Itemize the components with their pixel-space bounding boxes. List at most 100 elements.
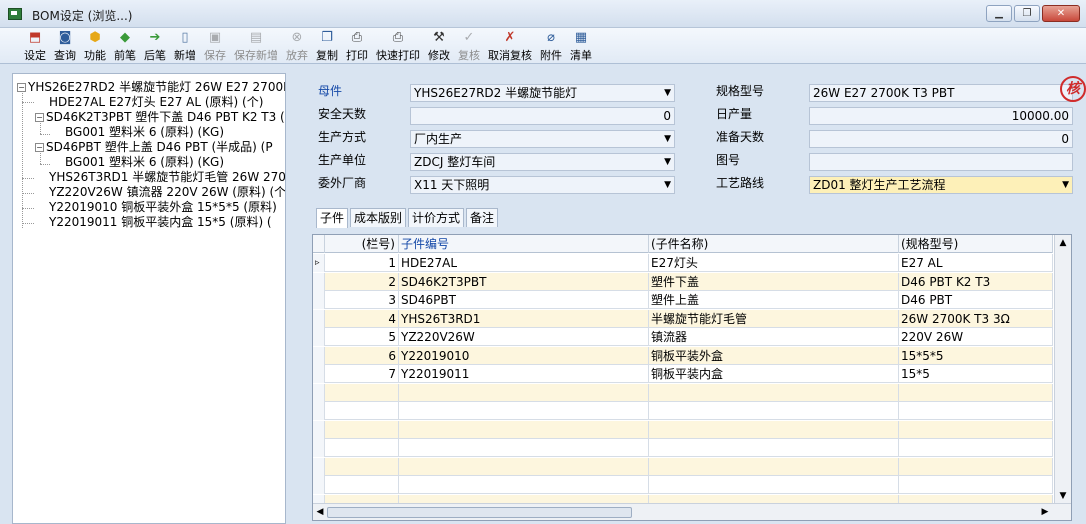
cell-code[interactable]: Y22019011 [399,365,649,383]
cell-no[interactable]: 7 [325,365,399,383]
cell-name[interactable] [649,476,899,494]
tree-node[interactable]: BG001 塑料米 6 (原料) (KG) [65,124,224,140]
tree-node[interactable]: − YHS26E27RD2 半螺旋节能灯 26W E27 2700K [17,79,285,95]
new-button[interactable]: ▯ 新增 [170,28,200,63]
cell-spec[interactable]: D46 PBT [899,291,1053,309]
cell-code[interactable]: SD46PBT [399,291,649,309]
tree-node[interactable]: YHS26T3RD1 半螺旋节能灯毛管 26W 2700 [49,169,285,185]
cell-no[interactable]: 3 [325,291,399,309]
cell-name[interactable]: 塑件上盖 [649,291,899,309]
col-header-name[interactable]: (子件名称) [649,235,899,253]
copy-button[interactable]: ❐ 复制 [312,28,342,63]
cell-spec[interactable] [899,420,1053,439]
cell-no[interactable] [325,402,399,420]
cell-name[interactable] [649,420,899,439]
cell-code[interactable] [399,420,649,439]
review-button[interactable]: ✓ 复核 [454,28,484,63]
cell-spec[interactable] [899,402,1053,420]
tree-node[interactable]: YZ220V26W 镇流器 220V 26W (原料) (个 [49,184,285,200]
table-row[interactable]: 5 YZ220V26W 镇流器 220V 26W [313,328,1053,346]
row-selector[interactable] [313,476,325,494]
cell-no[interactable] [325,476,399,494]
table-row[interactable] [313,402,1053,420]
list-button[interactable]: ▦ 清单 [566,28,596,63]
cell-no[interactable] [325,457,399,476]
cell-code[interactable] [399,476,649,494]
row-selector[interactable] [313,420,325,439]
col-header-code[interactable]: 子件编号 [399,235,649,253]
cell-code[interactable] [399,457,649,476]
collapse-icon[interactable]: − [17,83,26,92]
cell-spec[interactable]: 15*5*5 [899,346,1053,365]
tab-children[interactable]: 子件 [316,208,349,228]
table-row[interactable] [313,439,1053,457]
tab-notes[interactable]: 备注 [466,208,499,227]
scroll-left-icon[interactable]: ◀ [314,506,326,518]
children-grid[interactable]: (栏号) 子件编号 (子件名称) (规格型号) ▹ 1 HDE27AL E27灯头 E2… [312,234,1072,521]
table-row[interactable] [313,476,1053,494]
table-row[interactable] [313,420,1053,439]
col-header-no[interactable]: (栏号) [325,235,399,253]
scroll-right-icon[interactable]: ▶ [1039,506,1051,518]
discard-button[interactable]: ⊗ 放弃 [282,28,312,63]
prod-method-select[interactable]: 厂内生产 ▼ [410,130,675,148]
row-selector[interactable] [313,346,325,365]
row-selector[interactable] [313,309,325,328]
table-row[interactable] [313,457,1053,476]
cell-spec[interactable]: 220V 26W [899,328,1053,346]
row-selector[interactable] [313,457,325,476]
table-row[interactable] [313,383,1053,402]
collapse-icon[interactable]: − [35,113,44,122]
chevron-down-icon[interactable]: ▼ [1062,177,1069,193]
safety-days-field[interactable]: 0 [410,107,675,125]
row-selector[interactable] [313,328,325,346]
minimize-button[interactable]: ▁ [986,5,1012,22]
table-row[interactable]: 4 YHS26T3RD1 半螺旋节能灯毛管 26W 2700K T3 3Ω [313,309,1053,328]
route-select[interactable]: ZD01 整灯生产工艺流程 ▼ [809,176,1073,194]
cancel-review-button[interactable]: ✗ 取消复核 [484,28,536,63]
cell-code[interactable]: YZ220V26W [399,328,649,346]
col-header-spec[interactable]: (规格型号) [899,235,1053,253]
maximize-button[interactable]: ❐ [1014,5,1040,22]
row-selector[interactable] [313,439,325,457]
tree-node[interactable]: Y22019011 铜板平装内盒 15*5 (原料) ( [49,214,272,230]
collapse-icon[interactable]: − [35,143,44,152]
function-button[interactable]: ⬢ 功能 [80,28,110,63]
cell-name[interactable]: 塑件下盖 [649,272,899,291]
prod-unit-select[interactable]: ZDCJ 整灯车间 ▼ [410,153,675,171]
cell-code[interactable] [399,402,649,420]
vertical-scrollbar[interactable]: ▲ ▼ [1054,235,1071,504]
row-selector[interactable] [313,383,325,402]
cell-code[interactable]: Y22019010 [399,346,649,365]
cell-spec[interactable] [899,439,1053,457]
prep-days-field[interactable]: 0 [809,130,1073,148]
cell-no[interactable]: 4 [325,309,399,328]
table-row[interactable]: 2 SD46K2T3PBT 塑件下盖 D46 PBT K2 T3 [313,272,1053,291]
quick-print-button[interactable]: ⎙ 快速打印 [372,28,424,63]
tree-node[interactable]: BG001 塑料米 6 (原料) (KG) [65,154,224,170]
cell-code[interactable]: SD46K2T3PBT [399,272,649,291]
query-button[interactable]: ◙ 查询 [50,28,80,63]
table-row[interactable]: 3 SD46PBT 塑件上盖 D46 PBT [313,291,1053,309]
cell-no[interactable] [325,439,399,457]
save-button[interactable]: ▣ 保存 [200,28,230,63]
row-selector[interactable] [313,272,325,291]
chevron-down-icon[interactable]: ▼ [664,177,671,193]
spec-field[interactable]: 26W E27 2700K T3 PBT [809,84,1073,102]
tree-node[interactable]: − SD46K2T3PBT 塑件下盖 D46 PBT K2 T3 ( [35,109,285,125]
row-selector[interactable] [313,365,325,383]
row-selector[interactable]: ▹ [313,254,325,272]
cell-name[interactable] [649,383,899,402]
cell-spec[interactable] [899,383,1053,402]
cell-no[interactable] [325,383,399,402]
cell-no[interactable] [325,420,399,439]
chevron-down-icon[interactable]: ▼ [664,85,671,101]
cell-spec[interactable]: D46 PBT K2 T3 [899,272,1053,291]
tab-cost-version[interactable]: 成本版别 [350,208,407,227]
edit-button[interactable]: ⚒ 修改 [424,28,454,63]
cell-name[interactable]: E27灯头 [649,254,899,272]
daily-output-field[interactable]: 10000.00 [809,107,1073,125]
cell-spec[interactable]: 26W 2700K T3 3Ω [899,309,1053,328]
tree-node[interactable]: HDE27AL E27灯头 E27 AL (原料) (个) [49,94,263,110]
cell-no[interactable]: 1 [325,254,399,272]
